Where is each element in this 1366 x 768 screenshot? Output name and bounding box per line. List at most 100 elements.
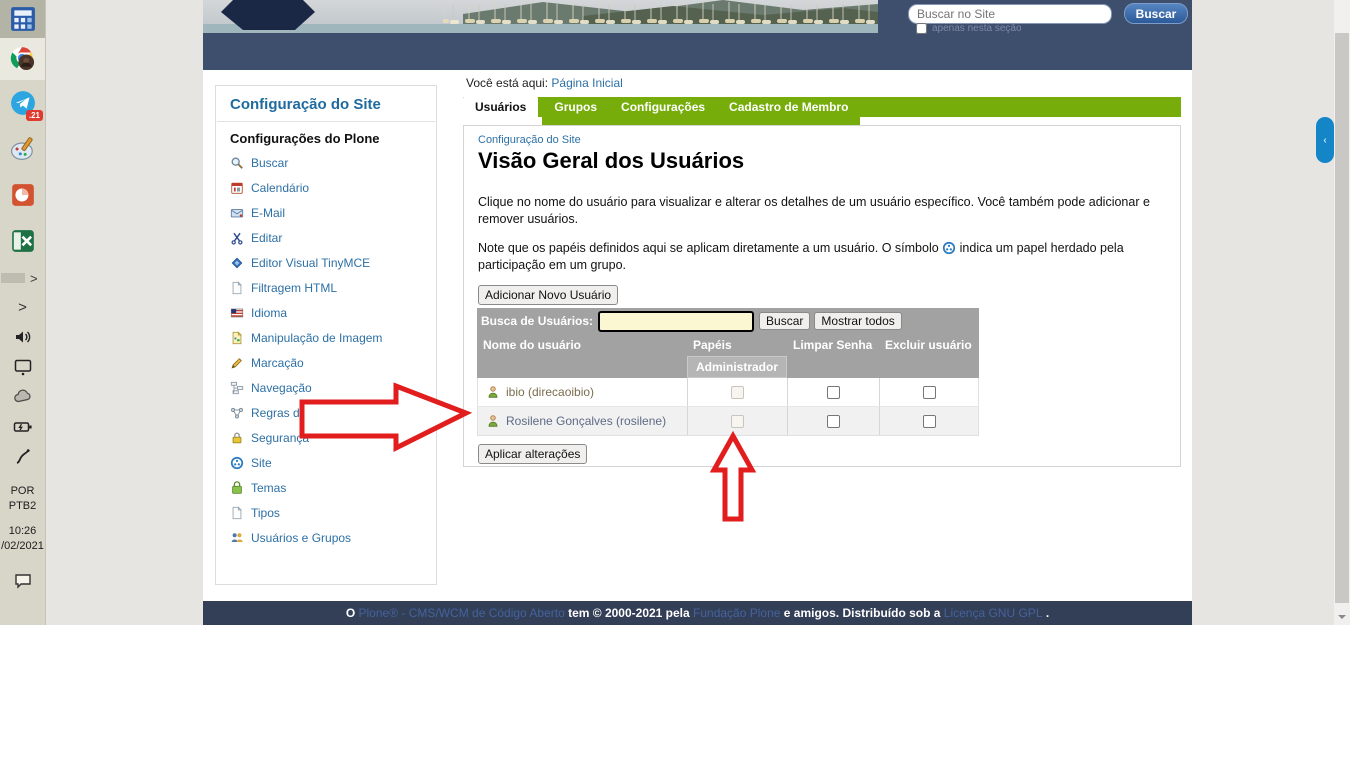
calendar-icon — [230, 181, 244, 195]
sidebar-item-calendario[interactable]: Calendário — [216, 175, 436, 200]
tab-configuracoes[interactable]: Configurações — [609, 97, 717, 125]
breadcrumb-home-link[interactable]: Página Inicial — [551, 76, 622, 90]
portlet-divider — [217, 121, 435, 122]
footer-text: . — [1043, 606, 1050, 620]
panel-breadcrumb-link[interactable]: Configuração do Site — [478, 134, 581, 146]
table-subheader-row: Administrador — [477, 356, 979, 378]
taskbar-app-calculator[interactable] — [0, 0, 45, 38]
footer-link-fundacao-plone[interactable]: Fundação Plone — [693, 606, 780, 620]
roles-paragraph-pre: Note que os papéis definidos aqui se apl… — [478, 241, 939, 255]
taskbar-app-chrome[interactable] — [0, 38, 45, 80]
sidebar-item-label: Tipos — [251, 506, 280, 520]
sidebar-item-manipulacao-de-imagem[interactable]: Manipulação de Imagem — [216, 325, 436, 350]
users-overview-panel: Configuração do Site Visão Geral dos Usu… — [463, 125, 1181, 467]
delete-user-checkbox[interactable] — [923, 386, 936, 399]
imgdoc-icon — [230, 331, 244, 345]
sidebar-item-site[interactable]: Site — [216, 450, 436, 475]
person-icon — [486, 385, 500, 399]
delete-user-checkbox[interactable] — [923, 415, 936, 428]
cast-icon — [13, 357, 33, 377]
footer-link-plone-cms-wcm-de-codigo-aberto[interactable]: Plone® - CMS/WCM de Código Aberto — [359, 606, 565, 620]
show-all-button[interactable]: Mostrar todos — [814, 312, 901, 330]
site-search-button[interactable]: Buscar — [1124, 3, 1188, 24]
admin-cell — [687, 378, 787, 406]
battery-icon — [13, 417, 33, 437]
tray-pen-button[interactable] — [0, 442, 45, 472]
tray-expand-chevron[interactable]: > — [0, 292, 45, 322]
sidebar-item-e-mail[interactable]: E-Mail — [216, 200, 436, 225]
add-new-user-button[interactable]: Adicionar Novo Usuário — [478, 285, 618, 305]
table-row: ibio (direcaoibio) — [478, 378, 978, 407]
sidebar-item-tipos[interactable]: Tipos — [216, 500, 436, 525]
telegram-badge: .21 — [26, 110, 43, 121]
sidebar-item-editor-visual-tinymce[interactable]: Editor Visual TinyMCE — [216, 250, 436, 275]
tab-cadastro-de-membro[interactable]: Cadastro de Membro — [717, 97, 860, 125]
chevron-right-icon[interactable]: > — [30, 271, 38, 286]
tab-grupos[interactable]: Grupos — [542, 97, 609, 125]
tree-icon — [230, 381, 244, 395]
sidebar-item-seguranca[interactable]: Segurança — [216, 425, 436, 450]
user-link-rosilene-goncalves-rosilene[interactable]: Rosilene Gonçalves (rosilene) — [506, 414, 666, 428]
sidebar-item-label: Temas — [251, 481, 286, 495]
sidebar-item-regras-de-conteudo[interactable]: Regras de Conteúdo — [216, 400, 436, 425]
only-this-section-option[interactable]: apenas nesta seção — [916, 23, 1022, 34]
mail-icon — [230, 206, 244, 220]
theme-icon — [230, 481, 244, 495]
footer-text: O — [346, 606, 359, 620]
excel-icon — [10, 228, 36, 254]
notification-center-button[interactable] — [0, 566, 45, 596]
only-this-section-label: apenas nesta seção — [932, 23, 1022, 34]
tray-battery-button[interactable] — [0, 412, 45, 442]
sidebar-item-filtragem-html[interactable]: Filtragem HTML — [216, 275, 436, 300]
only-this-section-checkbox[interactable] — [916, 23, 927, 34]
apply-changes-button[interactable]: Aplicar alterações — [478, 444, 587, 464]
clear-password-checkbox[interactable] — [827, 415, 840, 428]
sidebar-item-navegacao[interactable]: Navegação — [216, 375, 436, 400]
powerpoint-icon — [10, 182, 36, 208]
col-username: Nome do usuário — [477, 338, 687, 352]
sidebar-item-temas[interactable]: Temas — [216, 475, 436, 500]
tab-usuarios[interactable]: Usuários — [463, 95, 538, 125]
sidebar-item-usuarios-e-grupos[interactable]: Usuários e Grupos — [216, 525, 436, 550]
inherited-role-icon — [942, 241, 956, 255]
screenshot-stage: .21 > > POR PTB2 10:26 /02/2021 — [0, 0, 1366, 768]
taskbar-app-telegram[interactable]: .21 — [0, 80, 45, 126]
sidebar-item-editar[interactable]: Editar — [216, 225, 436, 250]
taskbar-app-paint[interactable] — [0, 126, 45, 172]
site-search-input[interactable] — [908, 4, 1112, 24]
browser-scrollbar[interactable] — [1334, 0, 1350, 625]
plone-page: Buscar apenas nesta seção Você está aqui… — [203, 0, 1192, 625]
cloud-icon — [13, 387, 33, 407]
windows-taskbar: .21 > > POR PTB2 10:26 /02/2021 — [0, 0, 46, 625]
taskbar-overflow[interactable]: > — [0, 264, 45, 292]
sidebar-item-label: Editor Visual TinyMCE — [251, 256, 370, 270]
footer-link-licenca-gnu-gpl[interactable]: Licença GNU GPL — [944, 606, 1043, 620]
scrollbar-thumb[interactable] — [1335, 33, 1349, 603]
footer-text: tem © 2000-2021 pela — [565, 606, 693, 620]
user-link-ibio-direcaoibio[interactable]: ibio (direcaoibio) — [506, 385, 594, 399]
pen-icon — [13, 447, 33, 467]
taskbar-clock[interactable]: 10:26 /02/2021 — [0, 524, 45, 554]
user-name-cell: ibio (direcaoibio) — [478, 378, 687, 406]
taskbar-app-powerpoint[interactable] — [0, 172, 45, 218]
taskbar-app-excel[interactable] — [0, 218, 45, 264]
sidebar-item-marcacao[interactable]: Marcação — [216, 350, 436, 375]
language-indicator[interactable]: POR PTB2 — [0, 484, 45, 514]
taskbar-apps: .21 — [0, 0, 45, 264]
scrollbar-down-button[interactable] — [1334, 608, 1350, 625]
taskbar-overflow-scrollbar[interactable] — [1, 273, 25, 283]
sidebar-item-idioma[interactable]: Idioma — [216, 300, 436, 325]
sidebar-item-label: Buscar — [251, 156, 288, 170]
portlet-subtitle: Configurações do Plone — [216, 131, 436, 146]
user-search-button[interactable]: Buscar — [759, 312, 810, 330]
clear-password-checkbox[interactable] — [827, 386, 840, 399]
language-line1: POR — [0, 484, 45, 499]
floating-accessibility-widget[interactable]: ‹ — [1316, 117, 1334, 163]
user-search-input[interactable] — [598, 311, 754, 332]
col-delete-user: Excluir usuário — [879, 338, 979, 352]
tray-cloud-button[interactable] — [0, 382, 45, 412]
tray-speaker-button[interactable] — [0, 322, 45, 352]
sidebar-item-buscar[interactable]: Buscar — [216, 150, 436, 175]
tray-cast-button[interactable] — [0, 352, 45, 382]
table-header-row: Nome do usuário Papéis Limpar Senha Excl… — [477, 334, 979, 356]
